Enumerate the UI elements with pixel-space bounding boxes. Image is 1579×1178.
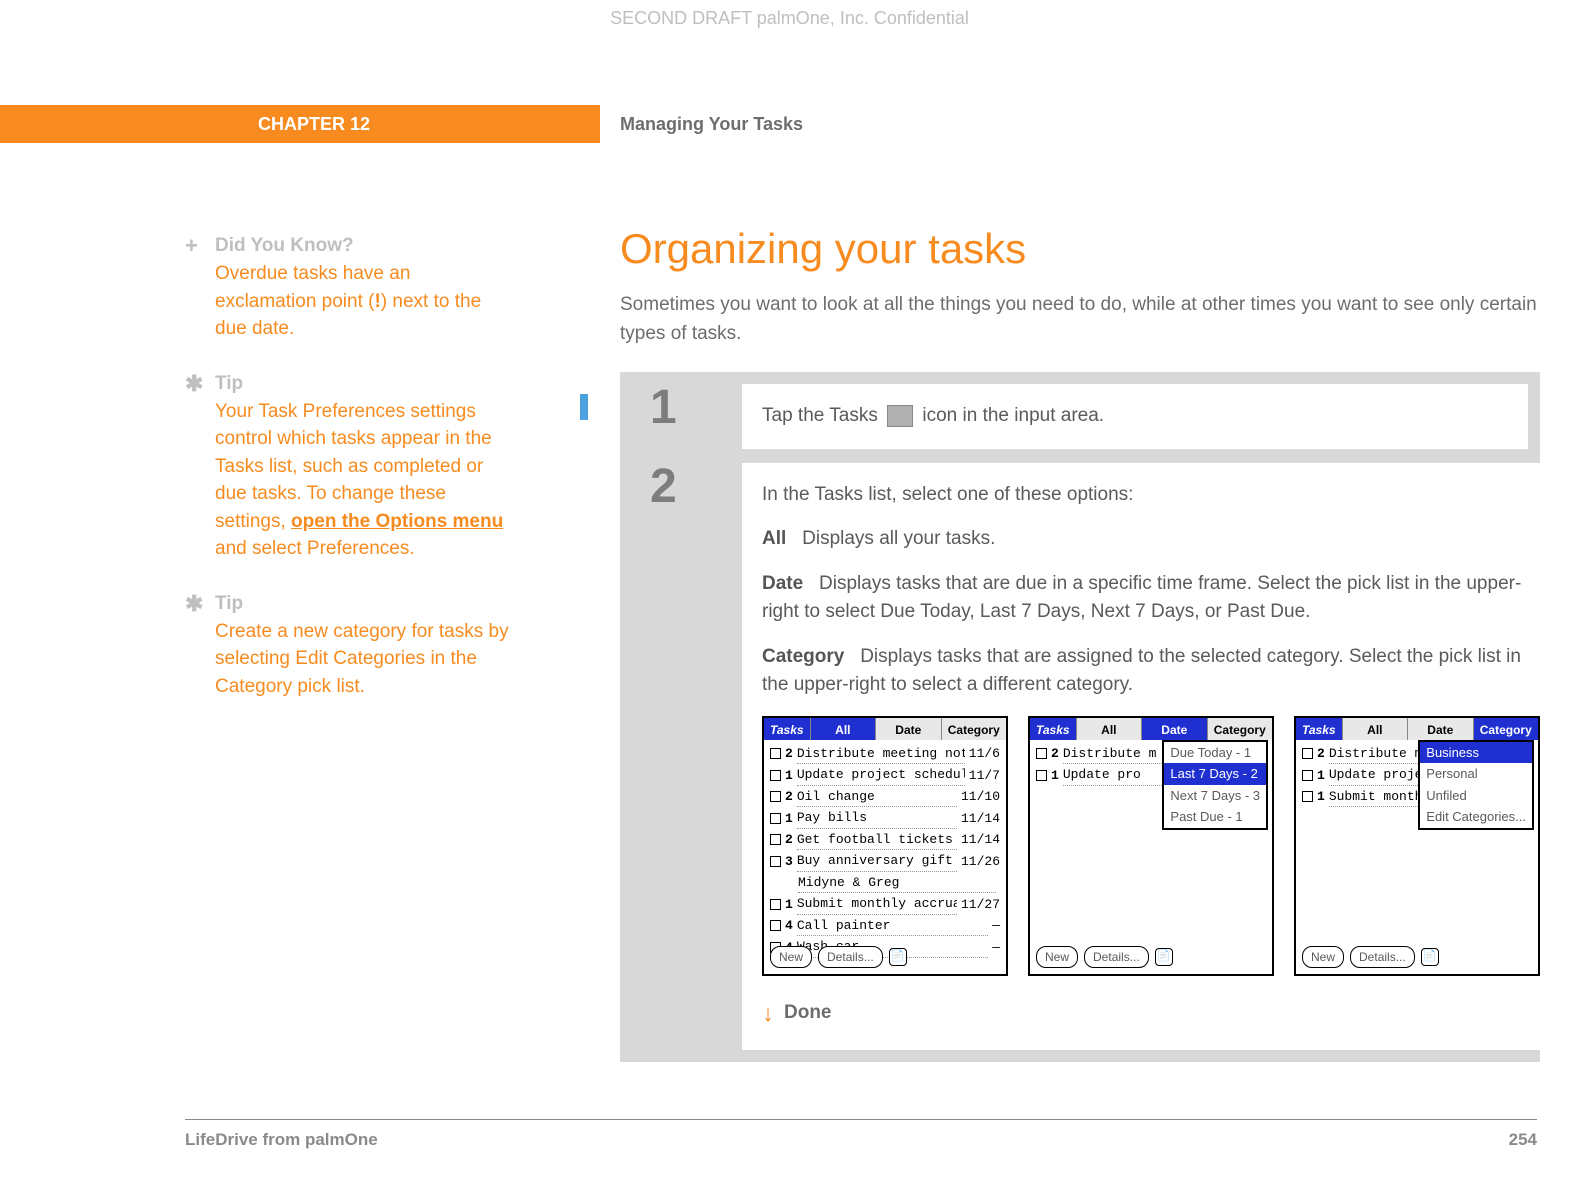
- chapter-header: CHAPTER 12 Managing Your Tasks: [0, 105, 1579, 143]
- chapter-title: Managing Your Tasks: [600, 105, 803, 143]
- option-date: Date Displays tasks that are due in a sp…: [762, 570, 1540, 627]
- sidebar-title: Tip: [215, 593, 515, 615]
- done-label: Done: [784, 999, 832, 1028]
- product-name: LifeDrive from palmOne: [185, 1130, 378, 1150]
- task-row[interactable]: 2Distribute meeting notes11/6: [770, 744, 1000, 765]
- sidebar-tip-1: ✱ Tip Your Task Preferences settings con…: [185, 373, 515, 563]
- down-arrow-icon: ↓: [762, 996, 774, 1032]
- task-row[interactable]: 1Submit monthly accruals11/27: [770, 894, 1000, 915]
- new-button[interactable]: New: [770, 946, 812, 968]
- tab-all[interactable]: All: [1342, 718, 1407, 740]
- options-menu-link[interactable]: open the Options menu: [291, 511, 503, 532]
- confidential-watermark: SECOND DRAFT palmOne, Inc. Confidential: [0, 8, 1579, 29]
- step-2: 2 In the Tasks list, select one of these…: [632, 463, 1528, 1050]
- note-icon[interactable]: 📄: [1155, 948, 1173, 966]
- task-row[interactable]: 2Get football tickets11/14: [770, 830, 1000, 851]
- plus-icon: +: [185, 235, 215, 343]
- category-filter-dropdown[interactable]: BusinessPersonalUnfiledEdit Categories..…: [1418, 740, 1534, 830]
- dropdown-option[interactable]: Business: [1420, 742, 1532, 764]
- task-row[interactable]: 1Pay bills11/14: [770, 808, 1000, 829]
- tab-category[interactable]: Category: [1473, 718, 1538, 740]
- app-title: Tasks: [1296, 718, 1342, 740]
- page-footer: LifeDrive from palmOne 254: [185, 1130, 1537, 1150]
- details-button[interactable]: Details...: [818, 946, 883, 968]
- screenshots-row: Tasks All Date Category 2Distribute meet…: [762, 716, 1540, 976]
- date-filter-dropdown[interactable]: Due Today - 1Last 7 Days - 2Next 7 Days …: [1162, 740, 1268, 830]
- page-heading: Organizing your tasks: [620, 225, 1540, 273]
- change-bar-icon: [580, 394, 588, 420]
- task-row[interactable]: 1Update project schedule11/7: [770, 765, 1000, 786]
- step-1: 1 Tap the Tasks icon in the input area.: [632, 384, 1528, 449]
- sidebar-title: Did You Know?: [215, 235, 515, 257]
- sidebar-tip-2: ✱ Tip Create a new category for tasks by…: [185, 593, 515, 701]
- note-icon[interactable]: 📄: [889, 948, 907, 966]
- task-row[interactable]: 2Oil change11/10: [770, 787, 1000, 808]
- screenshot-category: Tasks All Date Category 2Distribute mee1…: [1294, 716, 1540, 976]
- sidebar-body: Your Task Preferences settings control w…: [215, 398, 515, 563]
- tab-all[interactable]: All: [1076, 718, 1141, 740]
- note-icon[interactable]: 📄: [1421, 948, 1439, 966]
- asterisk-icon: ✱: [185, 373, 215, 563]
- sidebar: + Did You Know? Overdue tasks have an ex…: [185, 235, 515, 731]
- main-content: Organizing your tasks Sometimes you want…: [620, 225, 1540, 1062]
- task-row[interactable]: Midyne & Greg: [770, 873, 1000, 894]
- step-body: Tap the Tasks icon in the input area.: [742, 384, 1528, 449]
- app-title: Tasks: [1030, 718, 1076, 740]
- screenshot-all: Tasks All Date Category 2Distribute meet…: [762, 716, 1008, 976]
- dropdown-option[interactable]: Personal: [1420, 763, 1532, 785]
- screenshot-date: Tasks All Date Category 2Distribute m1Up…: [1028, 716, 1274, 976]
- dropdown-option[interactable]: Next 7 Days - 3: [1164, 785, 1266, 807]
- sidebar-body: Create a new category for tasks by selec…: [215, 618, 515, 701]
- tab-category[interactable]: Category: [1207, 718, 1272, 740]
- sidebar-title: Tip: [215, 373, 515, 395]
- step-lead: In the Tasks list, select one of these o…: [762, 481, 1540, 510]
- option-all: All Displays all your tasks.: [762, 525, 1540, 554]
- dropdown-option[interactable]: Past Due - 1: [1164, 806, 1266, 828]
- tab-date[interactable]: Date: [1407, 718, 1472, 740]
- steps-container: 1 Tap the Tasks icon in the input area. …: [620, 372, 1540, 1062]
- tab-date[interactable]: Date: [1141, 718, 1206, 740]
- done-indicator: ↓ Done: [762, 996, 1540, 1032]
- dropdown-option[interactable]: Unfiled: [1420, 785, 1532, 807]
- tab-date[interactable]: Date: [875, 718, 940, 740]
- tasks-app-icon: [887, 405, 913, 427]
- new-button[interactable]: New: [1036, 946, 1078, 968]
- footer-rule: [185, 1119, 1537, 1120]
- task-row[interactable]: 3Buy anniversary gift for11/26: [770, 851, 1000, 872]
- intro-paragraph: Sometimes you want to look at all the th…: [620, 291, 1540, 348]
- sidebar-did-you-know: + Did You Know? Overdue tasks have an ex…: [185, 235, 515, 343]
- dropdown-option[interactable]: Due Today - 1: [1164, 742, 1266, 764]
- asterisk-icon: ✱: [185, 593, 215, 701]
- details-button[interactable]: Details...: [1084, 946, 1149, 968]
- task-row[interactable]: 4Call painter—: [770, 916, 1000, 937]
- sidebar-body: Overdue tasks have an exclamation point …: [215, 260, 515, 343]
- option-category: Category Displays tasks that are assigne…: [762, 643, 1540, 700]
- tab-all[interactable]: All: [810, 718, 875, 740]
- dropdown-option[interactable]: Last 7 Days - 2: [1164, 763, 1266, 785]
- step-number: 1: [632, 384, 742, 449]
- details-button[interactable]: Details...: [1350, 946, 1415, 968]
- step-number: 2: [632, 463, 742, 1050]
- new-button[interactable]: New: [1302, 946, 1344, 968]
- dropdown-option[interactable]: Edit Categories...: [1420, 806, 1532, 828]
- tab-category[interactable]: Category: [941, 718, 1006, 740]
- step-body: In the Tasks list, select one of these o…: [742, 463, 1560, 1050]
- page-number: 254: [1509, 1130, 1537, 1150]
- app-title: Tasks: [764, 718, 810, 740]
- chapter-number: CHAPTER 12: [0, 105, 600, 143]
